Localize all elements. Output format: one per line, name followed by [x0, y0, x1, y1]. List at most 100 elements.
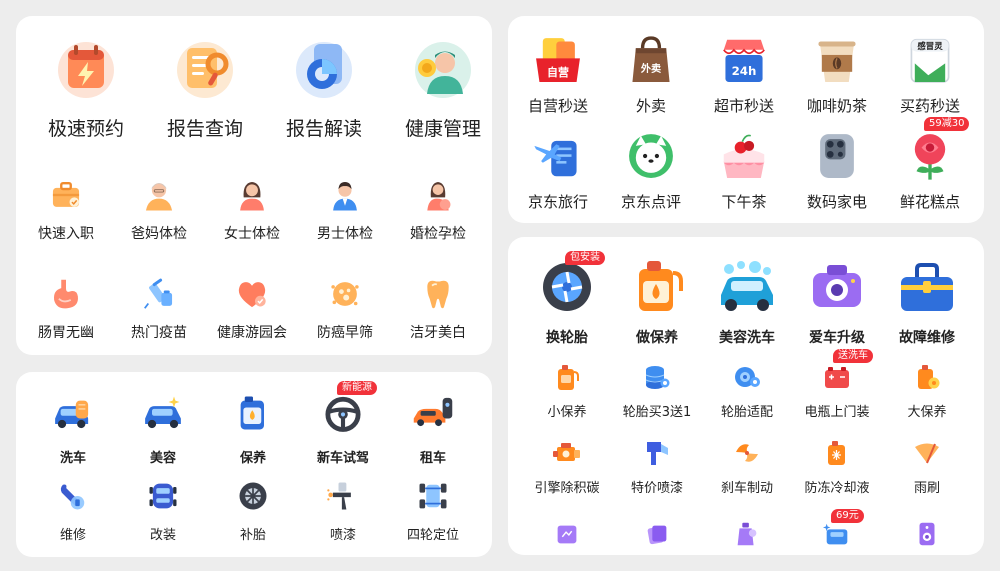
health-service-2[interactable]: 报告解读 [266, 36, 382, 141]
tire-icon [235, 478, 271, 514]
car-wash-blue-icon [715, 255, 779, 319]
item-label: 健康管理 [404, 118, 481, 140]
health-item-8[interactable]: 防癌早筛 [300, 275, 390, 342]
delivery-item-0[interactable]: 自营 自营秒送 [512, 33, 604, 116]
item-label: 租车 [419, 451, 446, 466]
item-label: 报告查询 [166, 118, 243, 140]
car-item-4[interactable]: 租车 [388, 391, 478, 466]
item-label: 换轮胎 [546, 330, 588, 346]
health-item-4[interactable]: 婚检孕检 [393, 176, 483, 243]
carcare-partial-4[interactable] [882, 519, 972, 549]
car-item-3[interactable]: 新能源 新车试驾 [298, 381, 388, 466]
delivery-item-6[interactable]: 京东点评 [605, 129, 697, 212]
item-label: 轮胎适配 [720, 405, 773, 420]
health-service-1[interactable]: 报告查询 [147, 36, 263, 141]
promo-badge: 送洗车 [833, 349, 873, 363]
car-item-7[interactable]: 补胎 [208, 478, 298, 543]
carcare-partial-3[interactable]: 69元 [792, 509, 882, 549]
supermarket-24h-icon: 24h [717, 33, 771, 87]
carcare-item-7[interactable]: 刹车制动 [702, 437, 792, 496]
health-item-7[interactable]: 健康游园会 [207, 275, 297, 342]
delivery-item-2[interactable]: 24h 超市秒送 [698, 33, 790, 116]
health-service-3[interactable]: 健康管理 [385, 36, 501, 141]
briefcase-icon [47, 176, 85, 214]
item-label: 四轮定位 [406, 528, 459, 543]
car-key-icon [411, 391, 455, 435]
health-item-2[interactable]: 女士体检 [207, 176, 297, 243]
item-label: 肠胃无幽 [38, 325, 94, 341]
delivery-item-3[interactable]: 咖啡奶茶 [791, 33, 883, 116]
health-item-9[interactable]: 洁牙美白 [393, 275, 483, 342]
item-label: 洁牙美白 [410, 325, 466, 341]
oil-bottle-icon [551, 361, 583, 393]
carcare-item-2[interactable]: 轮胎适配 [702, 361, 792, 420]
blue-car-sparkle-icon [822, 519, 852, 549]
carcare-service-1[interactable]: 做保养 [612, 255, 702, 347]
car-item-2[interactable]: 保养 [208, 391, 298, 466]
carcare-item-4[interactable]: 大保养 [882, 361, 972, 420]
purple-bottle-icon [732, 519, 762, 549]
purple-cards-icon [642, 519, 672, 549]
coffee-cup-icon [810, 33, 864, 87]
vaccine-icon [140, 275, 178, 313]
review-dog-icon [624, 129, 678, 183]
phone-camera-icon [810, 129, 864, 183]
delivery-item-4[interactable]: 感冒灵 买药秒送 [884, 33, 976, 116]
health-item-0[interactable]: 快速入职 [21, 176, 111, 243]
carcare-service-3[interactable]: 爱车升级 [792, 255, 882, 347]
health-item-6[interactable]: 热门疫苗 [114, 275, 204, 342]
heart-icon [233, 275, 271, 313]
car-item-1[interactable]: 美容 [118, 391, 208, 466]
car-item-8[interactable]: 喷漆 [298, 478, 388, 543]
health-item-5[interactable]: 肠胃无幽 [21, 275, 111, 342]
medicine-box-icon: 感冒灵 [903, 33, 957, 87]
svg-text:外卖: 外卖 [640, 62, 661, 75]
promo-badge: 包安装 [565, 251, 605, 265]
car-item-6[interactable]: 改装 [118, 478, 208, 543]
promo-badge: 59减30 [924, 117, 970, 131]
carcare-partial-2[interactable] [702, 519, 792, 549]
item-label: 引擎除积碳 [534, 481, 600, 496]
item-label: 报告解读 [285, 118, 362, 140]
item-label: 保养 [239, 451, 266, 466]
item-label: 爱车升级 [809, 330, 865, 346]
carcare-item-0[interactable]: 小保养 [522, 361, 612, 420]
health-service-0[interactable]: 极速预约 [28, 36, 144, 141]
stomach-icon [47, 275, 85, 313]
carcare-item-1[interactable]: 轮胎买3送1 [612, 361, 702, 420]
wheel-alignment-icon [415, 478, 451, 514]
carcare-item-5[interactable]: 引擎除积碳 [522, 437, 612, 496]
car-item-9[interactable]: 四轮定位 [388, 478, 478, 543]
item-label: 极速预约 [47, 118, 124, 140]
item-label: 超市秒送 [713, 97, 774, 115]
carcare-item-6[interactable]: 特价喷漆 [612, 437, 702, 496]
carcare-service-4[interactable]: 故障维修 [882, 255, 972, 347]
carcare-partial-1[interactable] [612, 519, 702, 549]
engine-icon [551, 437, 583, 469]
travel-plane-icon [531, 129, 585, 183]
delivery-item-8[interactable]: 数码家电 [791, 129, 883, 212]
health-item-1[interactable]: 爸妈体检 [114, 176, 204, 243]
carcare-item-8[interactable]: 防冻冷却液 [792, 437, 882, 496]
item-label: 下午茶 [721, 193, 767, 211]
car-item-0[interactable]: 洗车 [28, 391, 118, 466]
delivery-item-7[interactable]: 下午茶 [698, 129, 790, 212]
item-label: 京东旅行 [527, 193, 588, 211]
item-label: 美容洗车 [719, 330, 775, 346]
delivery-item-1[interactable]: 外卖 外卖 [605, 33, 697, 116]
delivery-item-9[interactable]: 59减30 鲜花糕点 [884, 117, 976, 212]
health-services-card: 极速预约 报告查询 报告解读 健康管理快速入职 爸妈体检 女士体检 男士体检 婚检孕检肠胃无幽… [16, 16, 492, 355]
item-label: 女士体检 [224, 226, 280, 242]
health-item-3[interactable]: 男士体检 [300, 176, 390, 243]
carcare-item-3[interactable]: 送洗车 电瓶上门装 [792, 349, 882, 420]
carcare-service-2[interactable]: 美容洗车 [702, 255, 792, 347]
carcare-service-0[interactable]: 包安装换轮胎 [522, 251, 612, 347]
delivery-item-5[interactable]: 京东旅行 [512, 129, 604, 212]
svg-text:自营: 自营 [547, 65, 569, 79]
carcare-partial-0[interactable] [522, 519, 612, 549]
item-label: 买药秒送 [899, 97, 960, 115]
car-item-5[interactable]: 维修 [28, 478, 118, 543]
rose-icon [903, 129, 957, 183]
carcare-item-9[interactable]: 雨刷 [882, 437, 972, 496]
car-top-icon [145, 478, 181, 514]
